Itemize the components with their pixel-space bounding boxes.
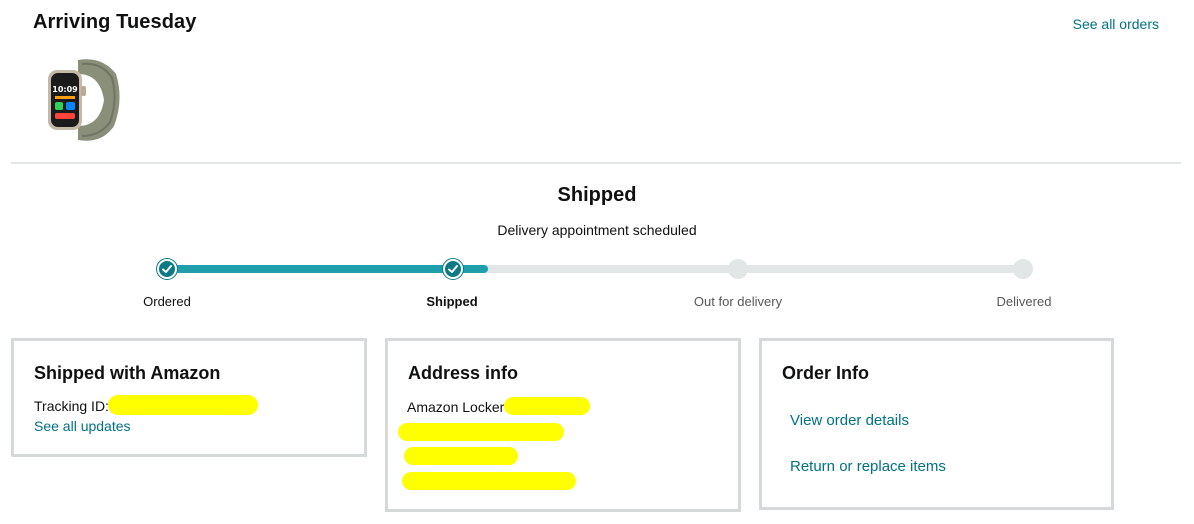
step-dot-delivered (1013, 259, 1033, 279)
divider (11, 162, 1181, 164)
product-image[interactable]: 10:09 (44, 56, 122, 144)
check-icon (162, 265, 172, 273)
view-order-details-link[interactable]: View order details (790, 412, 909, 429)
address-line-1: Amazon Locker (407, 399, 505, 415)
address-card-title: Address info (408, 363, 519, 383)
svg-text:10:09: 10:09 (52, 85, 78, 94)
return-replace-link[interactable]: Return or replace items (790, 458, 946, 475)
shipping-card-title: Shipped with Amazon (34, 363, 221, 383)
step-dot-out-for-delivery (728, 259, 748, 279)
step-dot-shipped (443, 259, 463, 279)
step-label-shipped: Shipped (426, 294, 478, 309)
status-subtitle: Delivery appointment scheduled (497, 222, 697, 238)
order-info-title: Order Info (782, 363, 870, 383)
redacted-address-4 (402, 472, 576, 490)
watch-icon: 10:09 (48, 59, 120, 141)
order-info-card: Order Info View order details Return or … (759, 338, 1114, 510)
status-title: Shipped (557, 184, 637, 206)
redacted-address-2 (398, 423, 564, 441)
step-dot-ordered (157, 259, 177, 279)
check-icon (448, 265, 458, 273)
step-label-delivered: Delivered (996, 294, 1052, 309)
see-all-orders-link[interactable]: See all orders (1073, 16, 1159, 32)
address-card: Address info Amazon Locker (385, 338, 741, 512)
progress-fill (167, 265, 488, 273)
step-label-out-for-delivery: Out for delivery (693, 294, 783, 309)
see-all-updates-link[interactable]: See all updates (34, 418, 131, 434)
redacted-address-1 (504, 397, 590, 415)
step-label-ordered: Ordered (143, 294, 191, 309)
shipping-card: Shipped with Amazon Tracking ID: See all… (11, 338, 367, 457)
redacted-address-3 (404, 447, 518, 465)
tracking-id-label: Tracking ID: (34, 398, 109, 414)
arriving-title: Arriving Tuesday (33, 11, 197, 33)
redacted-tracking-id (108, 395, 258, 415)
